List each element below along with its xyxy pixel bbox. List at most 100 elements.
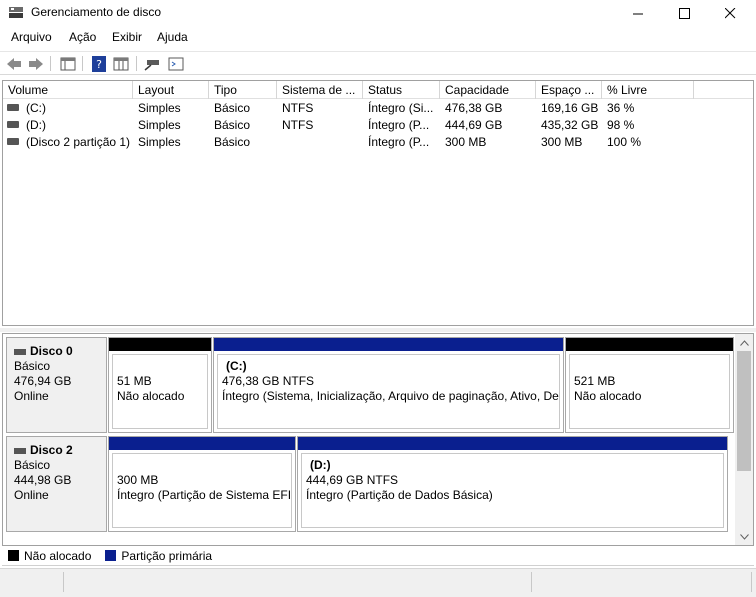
disk-size: 476,94 GB — [14, 374, 72, 388]
partition-size: 476,38 GB NTFS — [222, 374, 315, 388]
drive-icon — [7, 138, 19, 146]
scroll-up-button[interactable] — [735, 334, 753, 351]
partition-unallocated[interactable]: 521 MB Não alocado — [565, 337, 734, 433]
maximize-button[interactable] — [661, 0, 707, 26]
status-cell: Íntegro (Si... — [368, 101, 434, 115]
sistema-cell: NTFS — [282, 118, 314, 132]
volume-row[interactable]: (C:) Simples Básico NTFS Íntegro (Si... … — [3, 100, 753, 117]
partition-body: (D:) 444,69 GB NTFS Íntegro (Partição de… — [301, 453, 724, 528]
layout-cell: Simples — [138, 101, 181, 115]
capacidade-cell: 476,38 GB — [445, 101, 503, 115]
volume-name: (C:) — [26, 101, 46, 115]
chevron-down-icon — [739, 533, 749, 540]
column-header-tipo[interactable]: Tipo — [209, 81, 277, 99]
partition-label — [117, 458, 291, 473]
toolbar: ? — [0, 51, 756, 75]
status-bar — [0, 568, 756, 597]
partition-status: Não alocado — [117, 389, 185, 403]
partition-bar — [214, 338, 563, 351]
partition-status: Íntegro (Partição de Dados Básica) — [306, 488, 493, 502]
console-view-icon — [168, 57, 184, 70]
pane-splitter[interactable] — [0, 328, 756, 332]
column-header-sistema[interactable]: Sistema de ... — [277, 81, 363, 99]
partition-body: 300 MB Íntegro (Partição de Sistema EFI) — [112, 453, 292, 528]
scroll-down-button[interactable] — [735, 528, 753, 545]
forward-arrow-icon — [29, 57, 43, 70]
title-bar: Gerenciamento de disco — [0, 0, 756, 26]
status-cell: Íntegro (P... — [368, 118, 430, 132]
volume-cell: (C:) — [7, 100, 133, 117]
column-header-layout[interactable]: Layout — [133, 81, 209, 99]
toolbar-separator — [136, 56, 137, 71]
disk-management-app-icon — [8, 5, 24, 19]
back-button[interactable] — [5, 55, 23, 72]
partition-unallocated[interactable]: 51 MB Não alocado — [108, 337, 212, 433]
legend: Não alocado Partição primária — [2, 546, 754, 566]
partition-body: 51 MB Não alocado — [112, 354, 208, 429]
close-button[interactable] — [707, 0, 753, 26]
partition-size: 300 MB — [117, 473, 159, 487]
legend-swatch — [105, 550, 117, 561]
tipo-cell: Básico — [214, 118, 251, 132]
column-header-livre[interactable]: % Livre — [602, 81, 694, 99]
partition-d[interactable]: (D:) 444,69 GB NTFS Íntegro (Partição de… — [297, 436, 728, 532]
column-header-capacidade[interactable]: Capacidade — [440, 81, 536, 99]
disk-icon — [14, 447, 26, 454]
menu-acao[interactable]: Ação — [69, 30, 96, 44]
status-segment — [0, 572, 64, 592]
partition-body: (C:) 476,38 GB NTFS Íntegro (Sistema, In… — [217, 354, 560, 429]
disk-info-2[interactable]: Disco 2 Básico 444,98 GB Online — [6, 436, 107, 532]
scroll-thumb[interactable] — [737, 351, 751, 471]
disk-name-row: Disco 0 — [14, 344, 106, 359]
disk-row-2: Disco 2 Básico 444,98 GB Online 300 MB Í… — [6, 436, 734, 532]
status-segment — [532, 572, 752, 592]
capacidade-cell: 444,69 GB — [445, 118, 503, 132]
maximize-icon — [678, 7, 690, 19]
connect-drive-button[interactable] — [143, 55, 161, 72]
minimize-button[interactable] — [615, 0, 661, 26]
sistema-cell: NTFS — [282, 101, 314, 115]
console-view-button[interactable] — [167, 55, 185, 72]
layout-cell: Simples — [138, 135, 181, 149]
volume-list: Volume Layout Tipo Sistema de ... Status… — [2, 80, 754, 326]
volume-cell: (Disco 2 partição 1) — [7, 134, 133, 151]
forward-button[interactable] — [27, 55, 45, 72]
connect-drive-icon — [144, 59, 159, 71]
disk-map: Disco 0 Básico 476,94 GB Online 51 MB Nã… — [2, 333, 754, 546]
sistema-cell — [282, 134, 363, 151]
column-header-espaco[interactable]: Espaço ... — [536, 81, 602, 99]
view-panel-button[interactable] — [112, 55, 130, 72]
volume-list-header: Volume Layout Tipo Sistema de ... Status… — [3, 81, 753, 99]
disk-map-scrollbar[interactable] — [735, 334, 753, 545]
livre-cell: 100 % — [607, 135, 642, 149]
partition-c[interactable]: (C:) 476,38 GB NTFS Íntegro (Sistema, In… — [213, 337, 564, 433]
tipo-cell: Básico — [214, 135, 251, 149]
disk-state: Online — [14, 488, 49, 502]
disk-info-0[interactable]: Disco 0 Básico 476,94 GB Online — [6, 337, 107, 433]
drive-icon — [7, 104, 19, 112]
partition-bar — [109, 437, 295, 450]
volume-row[interactable]: (D:) Simples Básico NTFS Íntegro (P... 4… — [3, 117, 753, 134]
drive-icon — [7, 121, 19, 129]
column-header-volume[interactable]: Volume — [3, 81, 133, 99]
partition-efi[interactable]: 300 MB Íntegro (Partição de Sistema EFI) — [108, 436, 296, 532]
tipo-cell: Básico — [214, 101, 251, 115]
menu-arquivo[interactable]: Arquivo — [11, 30, 52, 44]
disk-size: 444,98 GB — [14, 473, 72, 487]
help-button[interactable]: ? — [90, 55, 108, 72]
partition-label — [117, 359, 207, 374]
menu-ajuda[interactable]: Ajuda — [157, 30, 188, 44]
volume-cell: (D:) — [7, 117, 133, 134]
menu-bar: Arquivo Ação Exibir Ajuda — [0, 28, 756, 48]
legend-item-primary: Partição primária — [105, 549, 212, 563]
espaco-cell: 300 MB — [541, 135, 583, 149]
partition-status: Íntegro (Partição de Sistema EFI) — [117, 488, 292, 502]
column-header-status[interactable]: Status — [363, 81, 440, 99]
partition-label: (C:) — [226, 359, 247, 373]
menu-exibir[interactable]: Exibir — [112, 30, 142, 44]
back-arrow-icon — [7, 57, 21, 70]
properties-panel-button[interactable] — [59, 55, 77, 72]
volume-row[interactable]: (Disco 2 partição 1) Simples Básico Ínte… — [3, 134, 753, 151]
disk-name: Disco 0 — [30, 344, 73, 358]
partition-label — [574, 359, 729, 374]
